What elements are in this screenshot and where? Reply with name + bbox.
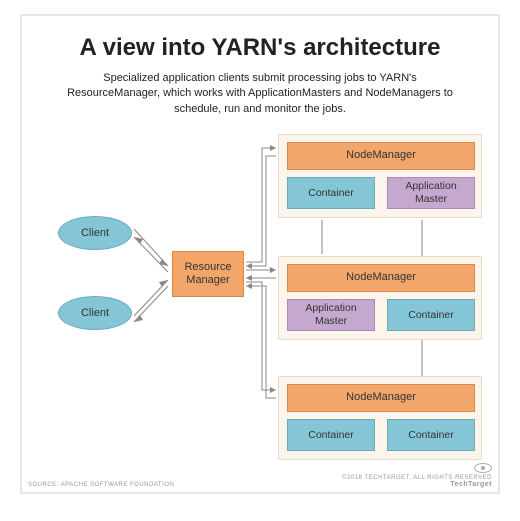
node-group-1: NodeManager Container Application Master [278, 134, 482, 218]
client-label: Client [81, 307, 109, 319]
footer: SOURCE: APACHE SOFTWARE FOUNDATION ©2018… [28, 463, 492, 488]
sub-label: Container [408, 309, 454, 322]
footer-source: SOURCE: APACHE SOFTWARE FOUNDATION [28, 482, 174, 488]
application-master-box: Application Master [387, 177, 475, 209]
sub-label: Container [308, 429, 354, 442]
sub-label: Application Master [388, 180, 474, 205]
node-group-3: NodeManager Container Container [278, 376, 482, 460]
client-node-2: Client [58, 296, 132, 330]
client-node-1: Client [58, 216, 132, 250]
diagram-title: A view into YARN's architecture [22, 34, 498, 62]
resource-manager-box: Resource Manager [172, 251, 244, 297]
nodemanager-box: NodeManager [287, 264, 475, 292]
nodemanager-label: NodeManager [346, 271, 416, 284]
sub-label: Application Master [288, 302, 374, 327]
container-box: Container [387, 419, 475, 451]
diagram-frame: A view into YARN's architecture Speciali… [20, 14, 500, 494]
container-box: Container [287, 177, 375, 209]
sub-label: Container [408, 429, 454, 442]
container-box: Container [287, 419, 375, 451]
container-box: Container [387, 299, 475, 331]
sub-label: Container [308, 187, 354, 200]
node-group-2: NodeManager Application Master Container [278, 256, 482, 340]
nodemanager-box: NodeManager [287, 384, 475, 412]
client-label: Client [81, 227, 109, 239]
footer-brand: TechTarget [342, 481, 492, 488]
nodemanager-label: NodeManager [346, 149, 416, 162]
diagram-subtitle: Specialized application clients submit p… [64, 71, 456, 117]
application-master-box: Application Master [287, 299, 375, 331]
footer-right: ©2018 TECHTARGET. ALL RIGHTS RESERVED Te… [342, 463, 492, 488]
nodemanager-label: NodeManager [346, 391, 416, 404]
nodemanager-box: NodeManager [287, 142, 475, 170]
techtarget-logo-icon [474, 463, 492, 473]
resource-manager-label: Resource Manager [173, 261, 243, 287]
